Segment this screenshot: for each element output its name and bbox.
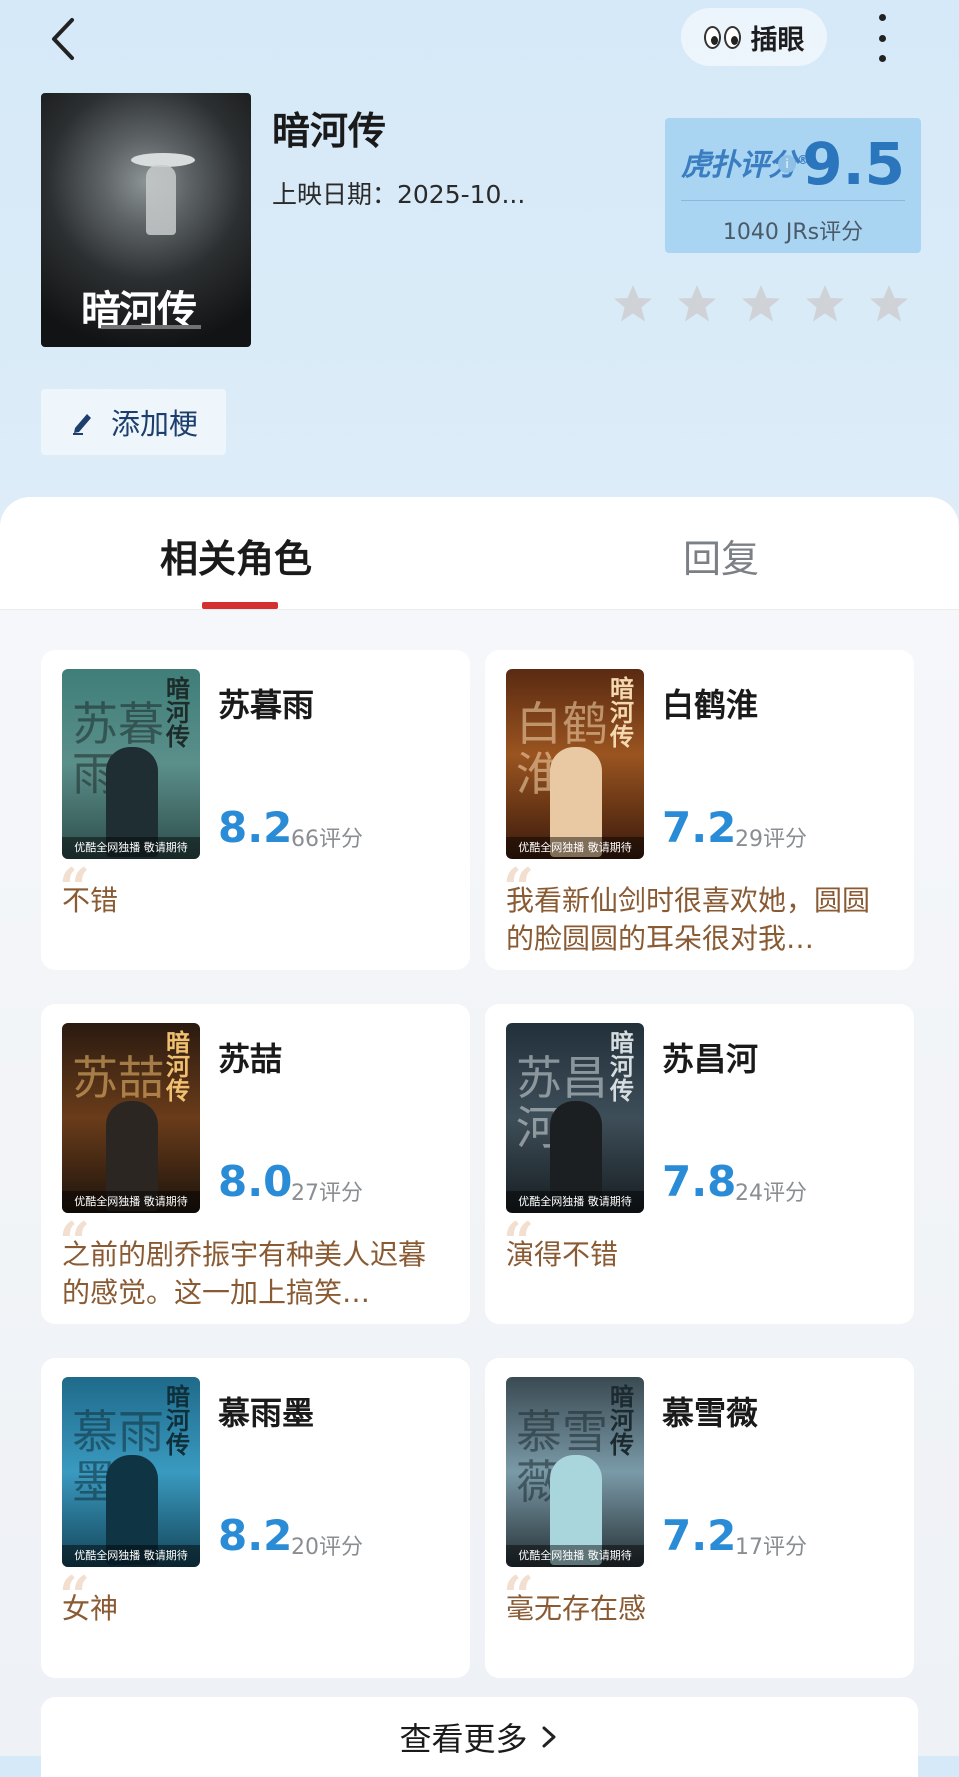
character-rating-count: 66评分 <box>291 827 363 852</box>
more-dot-icon <box>878 55 886 62</box>
view-more-label: 查看更多 <box>399 1720 528 1758</box>
top-comment: 毫无存在感 <box>506 1592 647 1625</box>
top-comment: 女神 <box>62 1592 119 1625</box>
star-icon[interactable] <box>612 283 654 325</box>
character-name: 慕雪薇 <box>662 1394 759 1432</box>
star-icon[interactable] <box>804 283 846 325</box>
add-meme-label: 添加梗 <box>110 407 198 441</box>
character-card[interactable]: 暗河传 白鹤淮 优酷全网独播 敬请期待 白鹤淮 7.2 29评分 “我看新仙剑时很喜欢她，圆… <box>485 650 914 970</box>
character-rating-count: 29评分 <box>735 827 807 852</box>
star-icon[interactable] <box>868 283 910 325</box>
view-more-button[interactable]: 查看更多 <box>41 1697 918 1777</box>
chevron-left-icon <box>52 18 74 60</box>
character-poster[interactable]: 暗河传 苏暮雨 优酷全网独播 敬请期待 <box>62 669 200 859</box>
user-star-rating[interactable] <box>612 283 910 325</box>
character-card[interactable]: 暗河传 苏昌河 优酷全网独播 敬请期待 苏昌河 7.8 24评分 “演得不错 <box>485 1004 914 1324</box>
top-comment: 之前的剧乔振宇有种美人迟暮的感觉。这一加上搞笑… <box>62 1238 427 1309</box>
info-icon[interactable]: i <box>778 155 796 173</box>
pen-icon <box>72 414 91 435</box>
rating-divider <box>681 200 905 201</box>
chajian-label: 插眼 <box>750 24 805 56</box>
poster-figure-shape <box>146 165 176 235</box>
character-card[interactable]: 暗河传 苏暮雨 优酷全网独播 敬请期待 苏暮雨 8.2 66评分 “不错 <box>41 650 470 970</box>
character-poster[interactable]: 暗河传 慕雪薇 优酷全网独播 敬请期待 <box>506 1377 644 1567</box>
eyes-icon <box>703 25 741 49</box>
rating-score: 9.5 <box>802 130 905 198</box>
rating-count: 1040 JRs评分 <box>722 220 864 245</box>
release-date: 上映日期：2025-10... <box>272 180 526 209</box>
character-score: 8.2 <box>218 1511 293 1560</box>
top-comment: 演得不错 <box>506 1238 619 1271</box>
character-score: 8.0 <box>218 1157 293 1206</box>
more-menu-button[interactable] <box>872 14 892 62</box>
more-dot-icon <box>878 34 886 42</box>
character-rating-count: 20评分 <box>291 1535 363 1560</box>
character-score: 7.2 <box>662 803 737 852</box>
character-rating-count: 24评分 <box>735 1181 807 1206</box>
character-score: 8.2 <box>218 803 293 852</box>
more-dot-icon <box>878 14 886 21</box>
character-card[interactable]: 暗河传 慕雪薇 优酷全网独播 敬请期待 慕雪薇 7.2 17评分 “毫无存在感 <box>485 1358 914 1678</box>
back-button[interactable] <box>42 14 92 64</box>
poster-character-name: 苏喆 <box>72 1051 164 1105</box>
character-poster[interactable]: 暗河传 白鹤淮 优酷全网独播 敬请期待 <box>506 669 644 859</box>
character-score: 7.8 <box>662 1157 737 1206</box>
poster-caption-line <box>101 325 201 329</box>
chajian-button[interactable]: 插眼 <box>681 8 827 66</box>
tab-bar <box>0 497 959 610</box>
character-poster[interactable]: 暗河传 苏昌河 优酷全网独播 敬请期待 <box>506 1023 644 1213</box>
tab-replies[interactable]: 回复 <box>683 528 759 583</box>
chevron-right-icon <box>542 1726 555 1748</box>
star-icon[interactable] <box>740 283 782 325</box>
add-meme-button[interactable]: 添加梗 <box>41 389 226 455</box>
character-card[interactable]: 暗河传 慕雨墨 优酷全网独播 敬请期待 慕雨墨 8.2 20评分 “女神 <box>41 1358 470 1678</box>
character-name: 慕雨墨 <box>218 1394 315 1432</box>
character-rating-count: 17评分 <box>735 1535 807 1560</box>
tab-related-characters[interactable]: 相关角色 <box>160 528 312 583</box>
character-poster[interactable]: 暗河传 慕雨墨 优酷全网独播 敬请期待 <box>62 1377 200 1567</box>
character-rating-count: 27评分 <box>291 1181 363 1206</box>
show-poster[interactable]: 暗河传 <box>41 93 251 347</box>
character-name: 苏暮雨 <box>218 686 315 724</box>
character-poster[interactable]: 暗河传 苏喆 优酷全网独播 敬请期待 <box>62 1023 200 1213</box>
top-comment: 不错 <box>62 884 119 917</box>
hupu-rating-box[interactable]: 虎扑评分® i 9.5 1040 JRs评分 <box>665 118 921 253</box>
active-tab-indicator <box>202 602 278 609</box>
character-card[interactable]: 暗河传 苏喆 优酷全网独播 敬请期待 苏喆 8.0 27评分 “之前的剧乔振宇有种美人迟暮的… <box>41 1004 470 1324</box>
top-comment: 我看新仙剑时很喜欢她，圆圆的脸圆圆的耳朵很对我… <box>506 884 871 955</box>
character-score: 7.2 <box>662 1511 737 1560</box>
star-icon[interactable] <box>676 283 718 325</box>
character-name: 苏喆 <box>218 1040 283 1078</box>
show-title: 暗河传 <box>272 109 387 153</box>
character-name: 苏昌河 <box>662 1040 759 1078</box>
character-name: 白鹤淮 <box>662 686 759 724</box>
